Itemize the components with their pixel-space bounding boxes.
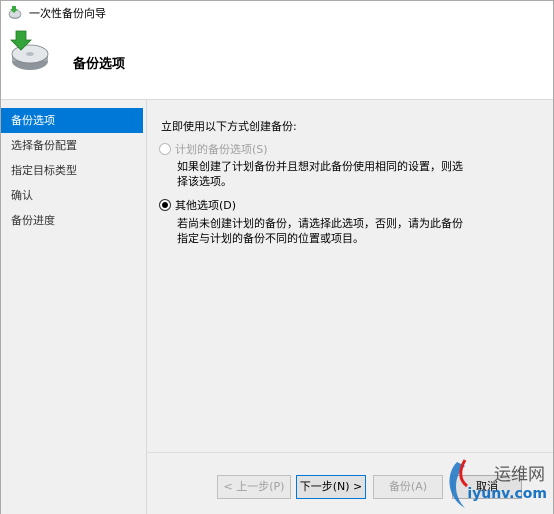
wizard-footer: < 上一步(P) 下一步(N) > 备份(A) 取消 运维网 iyunv.com [147, 452, 553, 514]
watermark-line1: 运维网 [494, 465, 545, 485]
sidebar-item-destination-type[interactable]: 指定目标类型 [1, 158, 146, 183]
other-options-description: 若尚未创建计划的备份，请选择此选项，否则，请为此备份指定与计划的备份不同的位置或… [177, 217, 463, 245]
wizard-window: 一次性备份向导 备份选项 备份选项 选择备份配置 指定目标类型 确认 备份进度 … [0, 0, 554, 514]
backup-disc-icon [7, 29, 51, 73]
scheduled-backup-description: 如果创建了计划备份并且想对此备份使用相同的设置，则选择该选项。 [177, 160, 463, 188]
sidebar-item-confirmation[interactable]: 确认 [1, 183, 146, 208]
scheduled-backup-option[interactable]: 计划的备份选项(S) [159, 141, 268, 157]
window-title: 一次性备份向导 [29, 7, 106, 20]
intro-text: 立即使用以下方式创建备份: [161, 120, 297, 133]
watermark-line2: iyunv.com [467, 486, 547, 502]
other-options-option[interactable]: 其他选项(D) [159, 197, 236, 213]
options-panel: 立即使用以下方式创建备份: 计划的备份选项(S) 如果创建了计划备份并且想对此备… [147, 100, 553, 452]
other-options-radio[interactable] [159, 199, 171, 211]
backup-button[interactable]: 备份(A) [373, 475, 443, 499]
site-watermark: 运维网 iyunv.com [443, 456, 553, 514]
scheduled-backup-label: 计划的备份选项(S) [175, 143, 268, 156]
sidebar-item-backup-options[interactable]: 备份选项 [1, 108, 143, 133]
title-bar: 一次性备份向导 [1, 1, 553, 25]
backup-wizard-icon [7, 5, 23, 21]
scheduled-backup-radio[interactable] [159, 143, 171, 155]
previous-button[interactable]: < 上一步(P) [217, 475, 291, 499]
wizard-steps-sidebar: 备份选项 选择备份配置 指定目标类型 确认 备份进度 [1, 100, 147, 514]
next-button[interactable]: 下一步(N) > [296, 475, 366, 499]
sidebar-item-backup-progress[interactable]: 备份进度 [1, 208, 146, 233]
sidebar-item-backup-config[interactable]: 选择备份配置 [1, 133, 146, 158]
other-options-label: 其他选项(D) [175, 199, 237, 212]
wizard-header: 备份选项 [1, 25, 553, 100]
page-title: 备份选项 [73, 57, 126, 72]
